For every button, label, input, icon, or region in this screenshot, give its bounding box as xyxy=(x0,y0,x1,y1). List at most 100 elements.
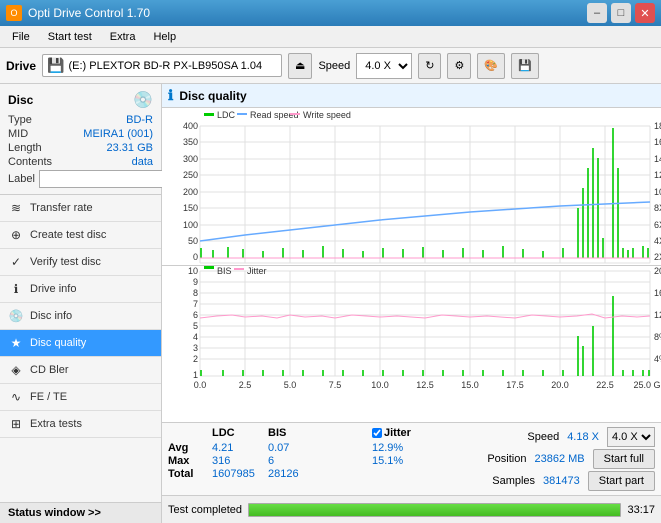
speed-select[interactable]: 4.0 X xyxy=(607,427,655,447)
svg-text:2.5: 2.5 xyxy=(239,380,252,390)
menu-extra[interactable]: Extra xyxy=(102,29,144,45)
disc-info-icon: 💿 xyxy=(8,308,24,324)
maximize-button[interactable]: □ xyxy=(611,3,631,23)
title-bar-controls: – □ ✕ xyxy=(587,3,655,23)
svg-text:10X: 10X xyxy=(654,187,661,197)
svg-text:12X: 12X xyxy=(654,170,661,180)
drive-selector[interactable]: 💾 (E:) PLEXTOR BD-R PX-LB950SA 1.04 xyxy=(42,54,282,77)
start-part-button[interactable]: Start part xyxy=(588,471,655,491)
start-full-button[interactable]: Start full xyxy=(593,449,655,469)
status-window-button[interactable]: Status window >> xyxy=(0,502,161,523)
disc-type-row: Type BD-R xyxy=(8,114,153,126)
speed-label: Speed xyxy=(527,431,559,443)
menu-help[interactable]: Help xyxy=(145,29,184,45)
contents-value: data xyxy=(132,156,153,168)
svg-text:Jitter: Jitter xyxy=(247,266,267,276)
svg-text:16%: 16% xyxy=(654,288,661,298)
svg-text:1: 1 xyxy=(193,370,198,380)
svg-text:5: 5 xyxy=(193,321,198,331)
avg-bis: 0.07 xyxy=(268,442,310,454)
quality-title: Disc quality xyxy=(179,89,246,103)
svg-text:BIS: BIS xyxy=(217,266,232,276)
minimize-button[interactable]: – xyxy=(587,3,607,23)
svg-text:8X: 8X xyxy=(654,203,661,213)
cd-bler-icon: ◈ xyxy=(8,362,24,378)
max-ldc: 316 xyxy=(212,455,262,467)
menu-file[interactable]: File xyxy=(4,29,38,45)
ldc-svg: 400 350 300 250 200 150 100 50 0 18X 16X xyxy=(162,108,661,265)
contents-label: Contents xyxy=(8,156,52,168)
ldc-chart: 400 350 300 250 200 150 100 50 0 18X 16X xyxy=(162,108,661,266)
speed-select[interactable]: 4.0 X 2.0 X 1.0 X xyxy=(356,53,412,79)
bis-svg: 10 9 8 7 6 5 4 3 2 1 20% 16% xyxy=(162,266,661,423)
disc-title: Disc xyxy=(8,93,33,107)
settings-button[interactable]: ⚙ xyxy=(447,53,471,79)
sidebar-item-cd-bler[interactable]: ◈ CD Bler xyxy=(0,357,161,384)
menu-start-test[interactable]: Start test xyxy=(40,29,100,45)
sidebar-item-disc-info[interactable]: 💿 Disc info xyxy=(0,303,161,330)
sidebar-item-drive-info[interactable]: ℹ Drive info xyxy=(0,276,161,303)
create-test-disc-icon: ⊕ xyxy=(8,227,24,243)
sidebar-label-disc-info: Disc info xyxy=(30,310,72,322)
extra-tests-icon: ⊞ xyxy=(8,416,24,432)
close-button[interactable]: ✕ xyxy=(635,3,655,23)
sidebar-label-disc-quality: Disc quality xyxy=(30,337,86,349)
sidebar-item-disc-quality[interactable]: ★ Disc quality xyxy=(0,330,161,357)
toolbar: Drive 💾 (E:) PLEXTOR BD-R PX-LB950SA 1.0… xyxy=(0,48,661,84)
jitter-checkbox[interactable] xyxy=(372,428,382,438)
svg-text:7: 7 xyxy=(193,299,198,309)
svg-text:4: 4 xyxy=(193,332,198,342)
length-value: 23.31 GB xyxy=(107,142,153,154)
svg-text:2: 2 xyxy=(193,354,198,364)
eject-button[interactable]: ⏏ xyxy=(288,53,312,79)
svg-text:350: 350 xyxy=(183,137,198,147)
svg-text:8%: 8% xyxy=(654,332,661,342)
content-area: ℹ Disc quality xyxy=(162,84,661,523)
sidebar-item-verify-test-disc[interactable]: ✓ Verify test disc xyxy=(0,249,161,276)
quality-header-icon: ℹ xyxy=(168,87,173,104)
svg-text:20.0: 20.0 xyxy=(551,380,569,390)
avg-jitter: 12.9% xyxy=(372,442,432,454)
sidebar-item-extra-tests[interactable]: ⊞ Extra tests xyxy=(0,411,161,438)
jitter-header: Jitter xyxy=(372,427,432,441)
sidebar-label-extra-tests: Extra tests xyxy=(30,418,82,430)
sidebar-item-create-test-disc[interactable]: ⊕ Create test disc xyxy=(0,222,161,249)
disc-contents-row: Contents data xyxy=(8,156,153,168)
total-label: Total xyxy=(168,468,206,480)
color-button[interactable]: 🎨 xyxy=(477,53,505,79)
progress-area: Test completed 33:17 xyxy=(162,495,661,523)
avg-label: Avg xyxy=(168,442,206,454)
total-ldc: 1607985 xyxy=(212,468,262,480)
disc-length-row: Length 23.31 GB xyxy=(8,142,153,154)
title-bar-left: O Opti Drive Control 1.70 xyxy=(6,5,150,21)
svg-text:250: 250 xyxy=(183,170,198,180)
svg-text:6X: 6X xyxy=(654,220,661,230)
avg-ldc: 4.21 xyxy=(212,442,262,454)
charts-container: 400 350 300 250 200 150 100 50 0 18X 16X xyxy=(162,108,661,422)
svg-text:12.5: 12.5 xyxy=(416,380,434,390)
svg-text:20%: 20% xyxy=(654,266,661,276)
sidebar-item-transfer-rate[interactable]: ≋ Transfer rate xyxy=(0,195,161,222)
save-button[interactable]: 💾 xyxy=(511,53,539,79)
svg-text:25.0 GB: 25.0 GB xyxy=(633,380,661,390)
sidebar-label-transfer-rate: Transfer rate xyxy=(30,202,93,214)
sidebar-item-fe-te[interactable]: ∿ FE / TE xyxy=(0,384,161,411)
disc-icon: 💿 xyxy=(133,90,153,110)
samples-label: Samples xyxy=(492,475,535,487)
label-input[interactable] xyxy=(39,170,179,188)
transfer-rate-icon: ≋ xyxy=(8,200,24,216)
svg-text:Write speed: Write speed xyxy=(303,110,351,120)
drive-value: (E:) PLEXTOR BD-R PX-LB950SA 1.04 xyxy=(68,60,262,72)
app-icon: O xyxy=(6,5,22,21)
type-label: Type xyxy=(8,114,32,126)
title-bar: O Opti Drive Control 1.70 – □ ✕ xyxy=(0,0,661,26)
label-label: Label xyxy=(8,173,35,185)
speed-value: 4.18 X xyxy=(567,431,599,443)
sidebar-label-verify-test-disc: Verify test disc xyxy=(30,256,101,268)
refresh-button[interactable]: ↻ xyxy=(418,53,441,79)
ldc-header: LDC xyxy=(212,427,262,441)
type-value: BD-R xyxy=(126,114,153,126)
sidebar: Disc 💿 Type BD-R MID MEIRA1 (001) Length… xyxy=(0,84,162,523)
disc-mid-row: MID MEIRA1 (001) xyxy=(8,128,153,140)
progress-status: Test completed xyxy=(168,504,242,516)
